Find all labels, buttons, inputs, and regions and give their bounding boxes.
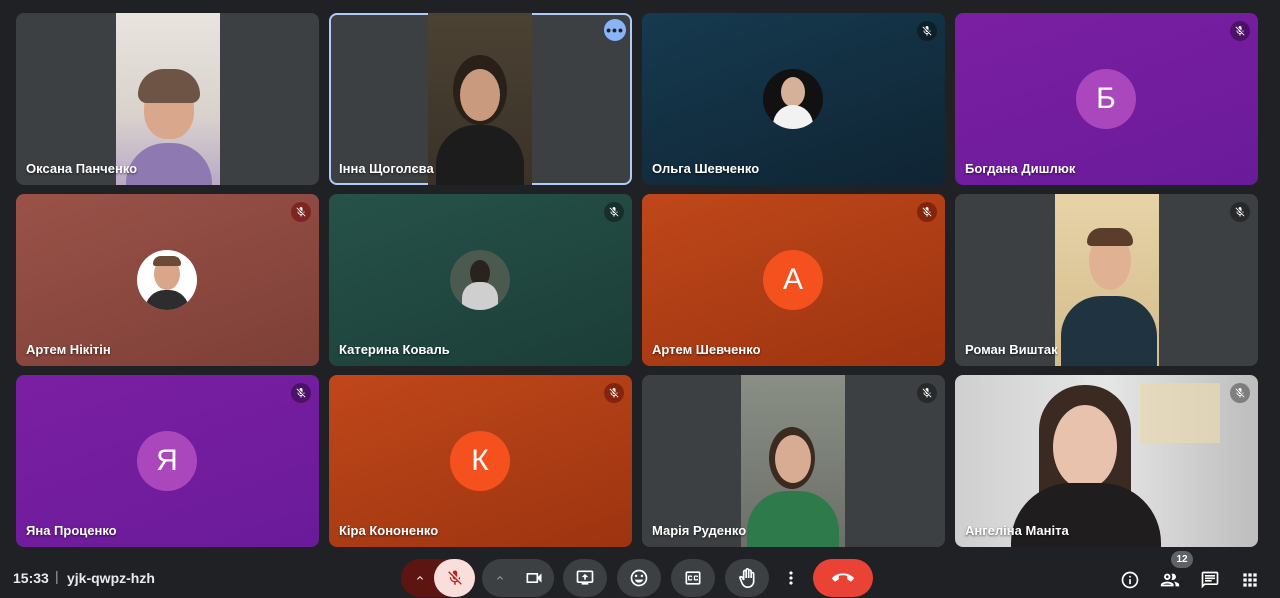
meeting-time: 15:33	[13, 570, 49, 586]
participant-name: Ольга Шевченко	[652, 161, 760, 176]
participant-grid: Оксана Панченко ••• Інна Щоголєва Ольга …	[16, 13, 1259, 547]
meeting-code: yjk-qwpz-hzh	[67, 570, 155, 586]
avatar: А	[763, 250, 823, 310]
participants-count-badge: 12	[1171, 551, 1193, 568]
camera-icon	[526, 573, 542, 583]
participant-name: Артем Шевченко	[652, 342, 761, 357]
participant-name: Богдана Дишлюк	[965, 161, 1076, 176]
participant-name: Оксана Панченко	[26, 161, 138, 176]
mic-group	[401, 559, 475, 597]
participant-tile[interactable]: А Артем Шевченко	[642, 194, 945, 366]
mic-off-icon	[1235, 207, 1245, 217]
mic-off-icon	[922, 388, 932, 398]
camera-options-button[interactable]	[488, 559, 512, 597]
leave-call-button[interactable]	[813, 559, 873, 597]
participant-video	[428, 13, 532, 185]
activities-button[interactable]	[1239, 569, 1261, 591]
participant-tile[interactable]: Оксана Панченко	[16, 13, 319, 185]
separator: |	[55, 568, 59, 584]
participant-name: Яна Проценко	[26, 523, 117, 538]
mic-off-indicator	[604, 383, 624, 403]
more-options-button[interactable]: •••	[604, 19, 626, 41]
mic-off-icon	[609, 388, 619, 398]
participant-tile[interactable]: Б Богдана Дишлюк	[955, 13, 1258, 185]
participant-tile[interactable]: Роман Виштак	[955, 194, 1258, 366]
participant-tile-active[interactable]: ••• Інна Щоголєва	[329, 13, 632, 185]
chat-button[interactable]	[1199, 569, 1221, 591]
mic-off-indicator	[1230, 383, 1250, 403]
mic-off-icon	[1235, 26, 1245, 36]
participant-tile[interactable]: Ольга Шевченко	[642, 13, 945, 185]
mic-off-indicator	[917, 202, 937, 222]
chevron-up-icon	[497, 576, 503, 580]
mic-off-indicator	[1230, 202, 1250, 222]
participant-tile[interactable]: К Кіра Кононенко	[329, 375, 632, 547]
participant-name: Ангеліна Маніта	[965, 523, 1069, 538]
participant-tile[interactable]: Катерина Коваль	[329, 194, 632, 366]
participant-video	[1055, 194, 1159, 366]
mic-off-indicator	[917, 383, 937, 403]
participant-tile[interactable]: Ангеліна Маніта	[955, 375, 1258, 547]
participant-tile[interactable]: Артем Нікітін	[16, 194, 319, 366]
captions-icon	[685, 571, 701, 585]
chat-icon	[1201, 571, 1219, 589]
emoji-icon	[630, 569, 648, 587]
avatar: Я	[137, 431, 197, 491]
participant-video	[955, 375, 1258, 547]
mic-off-indicator	[604, 202, 624, 222]
info-icon	[1121, 571, 1139, 589]
participant-name: Катерина Коваль	[339, 342, 450, 357]
avatar	[137, 250, 197, 310]
mic-off-indicator	[917, 21, 937, 41]
mic-off-icon	[296, 207, 306, 217]
avatar: К	[450, 431, 510, 491]
participant-video	[741, 375, 845, 547]
more-options-button[interactable]	[779, 559, 803, 597]
mic-toggle-button[interactable]	[434, 559, 475, 597]
call-end-icon	[832, 573, 854, 582]
participant-tile[interactable]: Я Яна Проценко	[16, 375, 319, 547]
participant-name: Інна Щоголєва	[339, 161, 434, 176]
captions-button[interactable]	[671, 559, 715, 597]
participant-name: Артем Нікітін	[26, 342, 111, 357]
hand-icon	[739, 568, 755, 588]
mic-off-indicator	[291, 202, 311, 222]
camera-group	[482, 559, 554, 597]
present-screen-icon	[576, 570, 594, 585]
mic-off-icon	[609, 207, 619, 217]
participant-video	[116, 13, 220, 185]
mic-off-indicator	[1230, 21, 1250, 41]
camera-toggle-button[interactable]	[514, 559, 554, 597]
apps-icon	[1243, 573, 1257, 587]
people-icon	[1160, 573, 1180, 587]
people-button[interactable]	[1159, 569, 1181, 591]
mic-off-icon	[922, 26, 932, 36]
mic-off-icon	[1235, 388, 1245, 398]
control-bar: 15:33 | yjk-qwpz-hzh 12	[0, 551, 1280, 598]
mic-off-icon	[296, 388, 306, 398]
chevron-up-icon	[417, 576, 423, 580]
mic-off-icon	[447, 570, 462, 585]
raise-hand-button[interactable]	[725, 559, 769, 597]
participant-name: Кіра Кононенко	[339, 523, 439, 538]
more-vert-icon	[789, 571, 793, 585]
avatar	[450, 250, 510, 310]
mic-options-button[interactable]	[407, 559, 433, 597]
avatar: Б	[1076, 69, 1136, 129]
mic-off-indicator	[291, 383, 311, 403]
participant-name: Марія Руденко	[652, 523, 747, 538]
present-button[interactable]	[563, 559, 607, 597]
participant-tile[interactable]: Марія Руденко	[642, 375, 945, 547]
mic-off-icon	[922, 207, 932, 217]
avatar	[763, 69, 823, 129]
emoji-button[interactable]	[617, 559, 661, 597]
participant-name: Роман Виштак	[965, 342, 1058, 357]
meeting-details-button[interactable]	[1119, 569, 1141, 591]
